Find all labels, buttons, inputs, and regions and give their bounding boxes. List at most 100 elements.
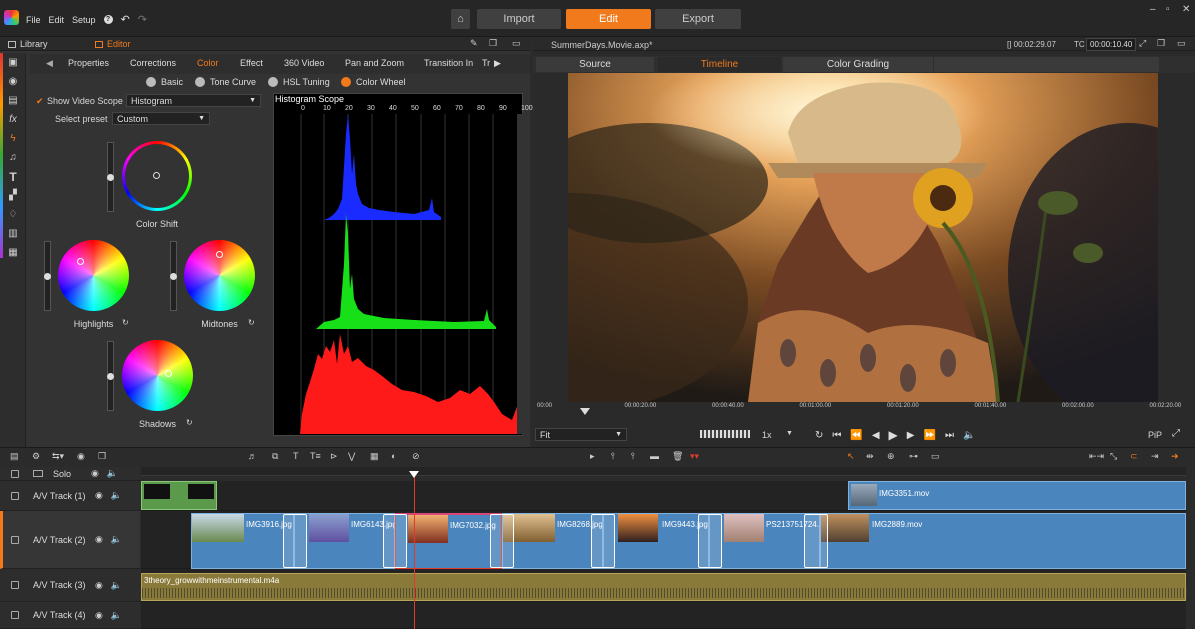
import-button[interactable]: Import bbox=[477, 9, 561, 29]
loop-icon[interactable]: ↻ bbox=[815, 430, 823, 441]
timeline-ruler[interactable] bbox=[141, 467, 1186, 476]
media-icon[interactable]: ▣ bbox=[0, 53, 26, 72]
marker-color-icon[interactable]: ▾▾ bbox=[690, 451, 699, 462]
trim-icon[interactable]: ⇹ bbox=[866, 451, 874, 462]
piano-icon[interactable]: ▥ bbox=[0, 224, 26, 243]
shadows-wheel[interactable] bbox=[122, 340, 193, 411]
shadows-slider[interactable] bbox=[107, 341, 114, 411]
grid-icon[interactable]: ▦ bbox=[0, 243, 26, 262]
preset-dropdown[interactable]: Custom▼ bbox=[112, 112, 210, 125]
step-back-icon[interactable]: ⏪ bbox=[850, 430, 862, 441]
slider-knob[interactable] bbox=[44, 273, 51, 280]
select-tool-icon[interactable]: ↖ bbox=[847, 451, 855, 462]
speed-value[interactable]: 1x bbox=[762, 430, 772, 440]
zoom-fit-dropdown[interactable]: Fit▼ bbox=[535, 428, 627, 441]
montage-icon[interactable]: ▞ bbox=[0, 186, 26, 205]
frame-back-icon[interactable]: ◀ bbox=[872, 430, 880, 441]
track-name[interactable]: A/V Track (1) bbox=[33, 491, 95, 501]
shadows-marker[interactable] bbox=[165, 370, 172, 377]
menu-file[interactable]: File bbox=[26, 15, 41, 25]
play-icon[interactable]: ▶ bbox=[889, 428, 898, 442]
lock-icon[interactable] bbox=[11, 536, 19, 544]
eye-icon[interactable]: ◉ bbox=[91, 468, 99, 479]
fullscreen-icon[interactable]: ⤢ bbox=[1172, 428, 1180, 439]
slider-knob[interactable] bbox=[107, 174, 114, 181]
library-tab[interactable]: Library bbox=[20, 39, 48, 49]
speaker-icon[interactable]: 🔈 bbox=[111, 610, 122, 621]
music-icon[interactable]: ♫ bbox=[0, 148, 26, 167]
tab-timeline[interactable]: Timeline bbox=[658, 57, 781, 72]
lock-icon[interactable] bbox=[11, 492, 19, 500]
transitions-icon[interactable]: ϟ bbox=[0, 129, 26, 148]
edit-mode-icon[interactable]: ⇆▾ bbox=[52, 451, 64, 462]
scope-type-dropdown[interactable]: Histogram▼ bbox=[126, 94, 261, 107]
tab-color-grading[interactable]: Color Grading bbox=[783, 57, 933, 72]
transition-marker[interactable] bbox=[591, 514, 615, 568]
midtones-slider[interactable] bbox=[170, 241, 177, 311]
tab-corrections[interactable]: Corrections bbox=[130, 58, 176, 68]
subtab-color-wheel[interactable]: Color Wheel bbox=[341, 77, 406, 87]
redo-icon[interactable]: ↷ bbox=[138, 13, 147, 26]
clip-img3351[interactable]: IMG3351.mov bbox=[848, 481, 1186, 510]
color-tool-icon[interactable]: ◐ bbox=[391, 451, 396, 461]
menu-edit[interactable]: Edit bbox=[49, 15, 65, 25]
editor-tab[interactable]: Editor bbox=[107, 39, 131, 49]
reset-midtones-icon[interactable]: ↻ bbox=[248, 318, 255, 327]
panel-layout-icon[interactable]: ▭ bbox=[512, 38, 521, 49]
eye-icon[interactable]: ◉ bbox=[95, 534, 103, 545]
snapshot-icon[interactable]: ⤢ bbox=[1139, 38, 1146, 49]
jog-wheel[interactable] bbox=[700, 430, 750, 438]
menu-setup[interactable]: Setup bbox=[72, 15, 96, 25]
tab-source[interactable]: Source bbox=[536, 57, 654, 72]
split-icon[interactable]: ⧉ bbox=[272, 451, 278, 462]
scrubber-handle[interactable] bbox=[580, 408, 590, 415]
color-icon[interactable]: ◉ bbox=[0, 72, 26, 91]
audio-wave-icon[interactable]: ⊂ bbox=[1130, 451, 1138, 462]
zoom-fit-icon[interactable]: ⤡ bbox=[1110, 451, 1117, 462]
multicam-icon[interactable]: ▦ bbox=[370, 451, 379, 462]
magnet-icon[interactable]: ⊕ bbox=[887, 451, 895, 462]
slider-knob[interactable] bbox=[107, 373, 114, 380]
eyedropper-icon[interactable]: ✎ bbox=[470, 38, 478, 49]
minimize-icon[interactable]: – bbox=[1150, 4, 1156, 15]
tab-properties[interactable]: Properties bbox=[68, 58, 109, 68]
subtab-basic[interactable]: Basic bbox=[146, 77, 183, 87]
chapter-icon[interactable]: ▬ bbox=[650, 451, 659, 461]
settings-icon[interactable]: ⚙ bbox=[32, 451, 40, 462]
track-name[interactable]: A/V Track (3) bbox=[33, 580, 95, 590]
show-scope-checkbox[interactable]: ✔ bbox=[36, 97, 44, 105]
highlights-slider[interactable] bbox=[44, 241, 51, 311]
transition-tool-icon[interactable]: ⊳ bbox=[330, 451, 338, 462]
preview-ruler[interactable]: 00:0000:00:20.0000:00:40.0000:01:00.0000… bbox=[537, 402, 1167, 416]
tabs-scroll-right-icon[interactable]: ▶ bbox=[494, 58, 501, 69]
subtab-tone-curve[interactable]: Tone Curve bbox=[195, 77, 256, 87]
title-editor-icon[interactable]: T≡ bbox=[310, 451, 321, 461]
transition-marker[interactable] bbox=[490, 514, 514, 568]
clip-img7032[interactable]: IMG7032.jpg bbox=[395, 513, 502, 569]
volume-icon[interactable]: 🔈 bbox=[963, 430, 975, 441]
ripple-icon[interactable]: ⊶ bbox=[909, 451, 918, 462]
marker-icon[interactable]: ⫯ bbox=[611, 451, 615, 462]
collapse-icon[interactable]: ➜ bbox=[1171, 451, 1179, 462]
tab-color[interactable]: Color bbox=[197, 58, 219, 68]
maximize-icon[interactable]: ▫ bbox=[1166, 4, 1170, 15]
reset-shadows-icon[interactable]: ↻ bbox=[186, 418, 193, 427]
effects-icon[interactable]: fx bbox=[0, 110, 26, 129]
clip-img3916[interactable]: IMG3916.jpg bbox=[191, 513, 294, 569]
float-icon[interactable]: ❐ bbox=[489, 38, 497, 49]
go-to-start-icon[interactable]: ⏮ bbox=[832, 430, 841, 441]
color-shift-marker[interactable] bbox=[153, 172, 160, 179]
go-to-end-icon[interactable]: ⏭ bbox=[945, 430, 954, 441]
paint-icon[interactable]: ♢ bbox=[0, 205, 26, 224]
title-icon[interactable]: T bbox=[0, 167, 26, 186]
mask-icon[interactable]: ⊘ bbox=[412, 451, 420, 462]
transition-marker[interactable] bbox=[804, 514, 828, 568]
scope-scrollbar[interactable] bbox=[517, 114, 523, 434]
clip-img6143[interactable]: IMG6143.jpg bbox=[294, 513, 395, 569]
tab-transition-out[interactable]: Tr bbox=[482, 58, 490, 68]
highlights-wheel[interactable] bbox=[58, 240, 129, 311]
transition-marker[interactable] bbox=[383, 514, 407, 568]
clip-img2889[interactable]: IMG2889.mov bbox=[820, 513, 1186, 569]
player-layout-icon[interactable]: ▭ bbox=[1177, 38, 1186, 49]
midtones-marker[interactable] bbox=[216, 251, 223, 258]
